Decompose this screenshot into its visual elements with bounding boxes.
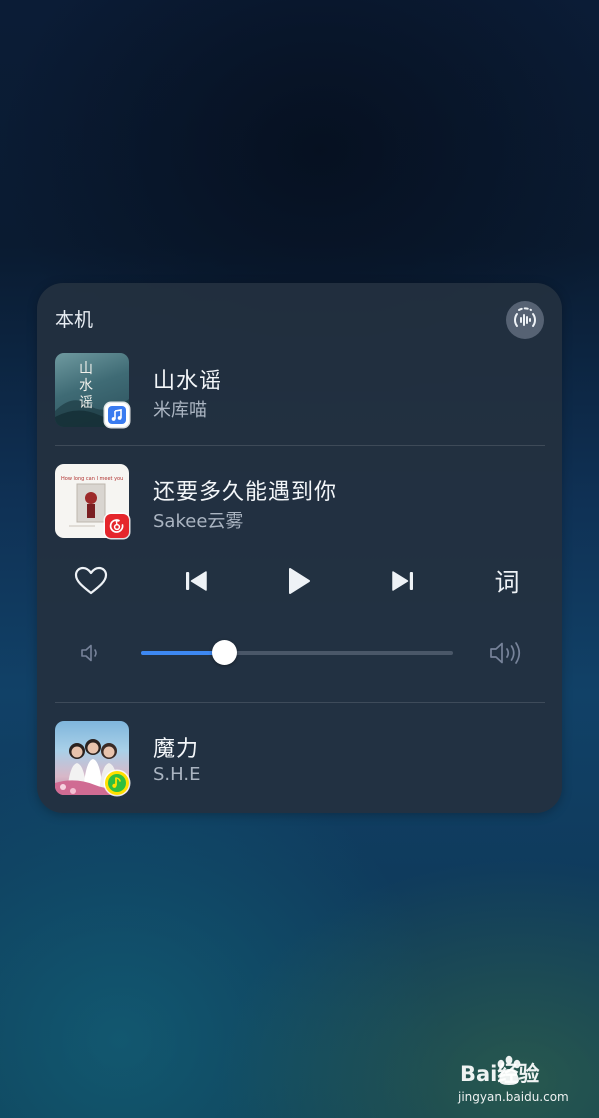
song-title: 魔力 bbox=[153, 737, 200, 762]
app-badge bbox=[105, 514, 129, 538]
audio-output-button[interactable] bbox=[506, 301, 544, 339]
list-item-track-1[interactable]: 山水谣 山水谣 米库喵 bbox=[55, 353, 545, 427]
song-artist: S.H.E bbox=[153, 764, 201, 785]
list-item-track-3[interactable]: 魔力 S.H.E bbox=[55, 721, 545, 795]
volume-slider-thumb[interactable] bbox=[212, 640, 237, 665]
music-note-app-icon bbox=[108, 406, 126, 424]
next-button[interactable] bbox=[386, 566, 420, 596]
divider bbox=[55, 702, 545, 703]
volume-high-icon bbox=[490, 642, 521, 664]
heart-icon bbox=[74, 566, 108, 595]
previous-button[interactable] bbox=[179, 566, 213, 596]
song-title: 还要多久能遇到你 bbox=[153, 480, 338, 505]
volume-slider[interactable] bbox=[141, 640, 453, 665]
cover-title-text: 山水谣 bbox=[79, 361, 93, 411]
like-button[interactable] bbox=[71, 563, 111, 599]
media-control-panel: 本机 山水谣 山水谣 米库喵 How long can I meet you 还… bbox=[37, 283, 562, 813]
next-track-icon bbox=[392, 571, 413, 591]
watermark-logo-text: Bai经验 bbox=[460, 1062, 540, 1086]
song-artist: 米库喵 bbox=[153, 400, 207, 421]
waveform-cast-icon bbox=[514, 307, 536, 327]
play-icon bbox=[289, 568, 310, 594]
netease-cloud-music-icon bbox=[109, 519, 124, 533]
previous-track-icon bbox=[186, 571, 207, 591]
volume-low-button[interactable] bbox=[77, 640, 105, 666]
app-badge bbox=[105, 403, 129, 427]
play-button[interactable] bbox=[281, 563, 317, 599]
divider bbox=[55, 445, 545, 446]
panel-title: 本机 bbox=[55, 309, 94, 331]
watermark-url: jingyan.baidu.com bbox=[458, 1090, 569, 1104]
app-badge bbox=[105, 771, 129, 795]
song-title: 山水谣 bbox=[153, 369, 223, 394]
song-artist: Sakee云雾 bbox=[153, 511, 244, 532]
volume-high-button[interactable] bbox=[487, 638, 527, 668]
baidu-jingyan-watermark: Bai经验 jingyan.baidu.com bbox=[458, 1054, 588, 1110]
qq-music-icon bbox=[108, 774, 126, 792]
volume-low-icon bbox=[81, 644, 97, 662]
list-item-track-2[interactable]: How long can I meet you 还要多久能遇到你 Sakee云雾 bbox=[55, 464, 545, 538]
lyrics-button[interactable]: 词 bbox=[487, 563, 527, 599]
